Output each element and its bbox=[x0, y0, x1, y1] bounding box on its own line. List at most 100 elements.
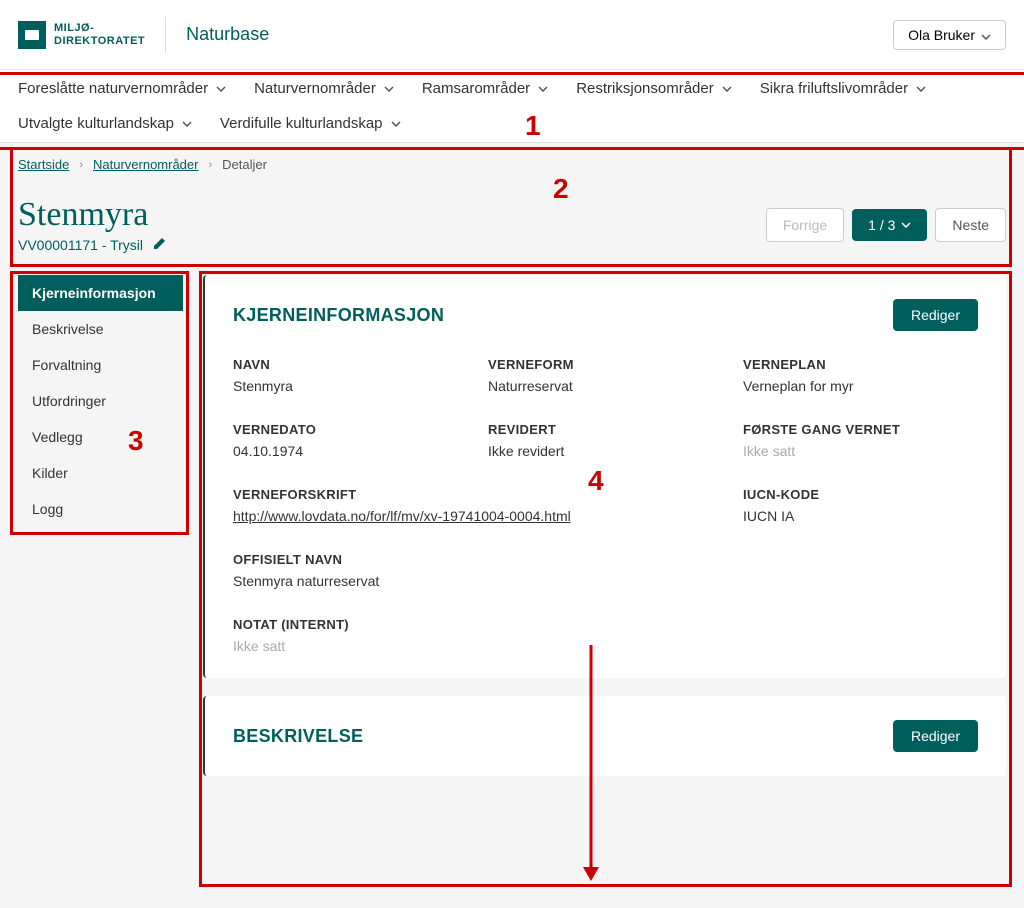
nav-label: Ramsarområder bbox=[422, 80, 530, 97]
field-label: VERNEFORSKRIFT bbox=[233, 487, 723, 502]
field-label: OFFISIELT NAVN bbox=[233, 552, 978, 567]
sidebar-item-beskrivelse[interactable]: Beskrivelse bbox=[18, 311, 183, 347]
field-label: VERNEFORM bbox=[488, 357, 723, 372]
content-area: 2 Startside › Naturvernområder › Detalje… bbox=[0, 143, 1024, 794]
sidebar-item-kilder[interactable]: Kilder bbox=[18, 455, 183, 491]
chevron-down-icon bbox=[216, 86, 226, 92]
field-value: Naturreservat bbox=[488, 378, 723, 394]
chevron-down-icon bbox=[391, 121, 401, 127]
pager-prev-button[interactable]: Forrige bbox=[766, 208, 844, 242]
field-forste: FØRSTE GANG VERNET Ikke satt bbox=[743, 422, 978, 459]
panel-title: KJERNEINFORMASJON bbox=[233, 305, 444, 326]
user-label: Ola Bruker bbox=[908, 27, 975, 43]
sidebar-item-utfordringer[interactable]: Utfordringer bbox=[18, 383, 183, 419]
nav-label: Sikra friluftslivområder bbox=[760, 80, 908, 97]
nav-row: Foreslåtte naturvernområder Naturvernomr… bbox=[18, 80, 1006, 132]
nav-item-restriksjon[interactable]: Restriksjonsområder bbox=[576, 80, 732, 97]
field-label: FØRSTE GANG VERNET bbox=[743, 422, 978, 437]
breadcrumb-sep: › bbox=[208, 159, 212, 171]
panel-head: KJERNEINFORMASJON Rediger bbox=[233, 299, 978, 331]
panel-beskrivelse: BESKRIVELSE Rediger bbox=[203, 696, 1006, 776]
nav-item-verdifulle[interactable]: Verdifulle kulturlandskap bbox=[220, 115, 401, 132]
edit-icon[interactable] bbox=[153, 236, 167, 253]
field-value: Verneplan for myr bbox=[743, 378, 978, 394]
edit-button[interactable]: Rediger bbox=[893, 720, 978, 752]
breadcrumb: Startside › Naturvernområder › Detaljer bbox=[18, 157, 1006, 172]
page-title: Stenmyra bbox=[18, 196, 167, 234]
page-subtitle: VV00001171 - Trysil bbox=[18, 237, 143, 253]
nav-label: Restriksjonsområder bbox=[576, 80, 714, 97]
field-verneplan: VERNEPLAN Verneplan for myr bbox=[743, 357, 978, 394]
title-left: Stenmyra VV00001171 - Trysil bbox=[18, 196, 167, 253]
title-row: Stenmyra VV00001171 - Trysil Forrige 1 /… bbox=[18, 196, 1006, 253]
chevron-down-icon bbox=[901, 222, 911, 228]
field-iucn: IUCN-KODE IUCN IA bbox=[743, 487, 978, 524]
field-label: VERNEDATO bbox=[233, 422, 468, 437]
verneforskrift-link[interactable]: http://www.lovdata.no/for/lf/mv/xv-19741… bbox=[233, 508, 571, 524]
nav-label: Foreslåtte naturvernområder bbox=[18, 80, 208, 97]
field-navn: NAVN Stenmyra bbox=[233, 357, 468, 394]
sidebar: 3 Kjerneinformasjon Beskrivelse Forvaltn… bbox=[18, 275, 183, 527]
field-value: IUCN IA bbox=[743, 508, 978, 524]
pager-next-button[interactable]: Neste bbox=[935, 208, 1006, 242]
nav-item-utvalgte[interactable]: Utvalgte kulturlandskap bbox=[18, 115, 192, 132]
field-label: IUCN-KODE bbox=[743, 487, 978, 502]
nav-bar: Foreslåtte naturvernområder Naturvernomr… bbox=[0, 70, 1024, 143]
field-value: Ikke satt bbox=[743, 443, 978, 459]
sidebar-item-kjerneinformasjon[interactable]: Kjerneinformasjon bbox=[18, 275, 183, 311]
edit-button[interactable]: Rediger bbox=[893, 299, 978, 331]
sidebar-item-forvaltning[interactable]: Forvaltning bbox=[18, 347, 183, 383]
nav-item-naturvern[interactable]: Naturvernområder bbox=[254, 80, 394, 97]
panel-head: BESKRIVELSE Rediger bbox=[233, 720, 978, 752]
app-name: Naturbase bbox=[186, 24, 269, 45]
breadcrumb-current: Detaljer bbox=[222, 157, 267, 172]
field-notat: NOTAT (INTERNT) Ikke satt bbox=[233, 617, 978, 654]
logo[interactable]: MILJØ- DIREKTORATET bbox=[18, 21, 145, 49]
field-value: Ikke revidert bbox=[488, 443, 723, 459]
logo-icon bbox=[18, 21, 46, 49]
user-menu-button[interactable]: Ola Bruker bbox=[893, 20, 1006, 50]
top-block: 2 Startside › Naturvernområder › Detalje… bbox=[18, 143, 1006, 263]
nav-label: Naturvernområder bbox=[254, 80, 376, 97]
nav-label: Verdifulle kulturlandskap bbox=[220, 115, 383, 132]
nav-item-sikra[interactable]: Sikra friluftslivområder bbox=[760, 80, 926, 97]
header-left: MILJØ- DIREKTORATET Naturbase bbox=[18, 17, 269, 53]
pager-count-label: 1 / 3 bbox=[868, 217, 895, 233]
field-verneforskrift: VERNEFORSKRIFT http://www.lovdata.no/for… bbox=[233, 487, 723, 524]
breadcrumb-home[interactable]: Startside bbox=[18, 157, 69, 172]
breadcrumb-sep: › bbox=[79, 159, 83, 171]
chevron-down-icon bbox=[981, 27, 991, 43]
nav-item-foreslatte[interactable]: Foreslåtte naturvernområder bbox=[18, 80, 226, 97]
header-divider bbox=[165, 17, 166, 53]
field-value: 04.10.1974 bbox=[233, 443, 468, 459]
chevron-down-icon bbox=[538, 86, 548, 92]
field-offisielt: OFFISIELT NAVN Stenmyra naturreservat bbox=[233, 552, 978, 589]
field-value: http://www.lovdata.no/for/lf/mv/xv-19741… bbox=[233, 508, 723, 524]
chevron-down-icon bbox=[384, 86, 394, 92]
panel-title: BESKRIVELSE bbox=[233, 726, 363, 747]
pager-count-button[interactable]: 1 / 3 bbox=[852, 209, 927, 241]
field-label: NOTAT (INTERNT) bbox=[233, 617, 978, 632]
chevron-down-icon bbox=[182, 121, 192, 127]
field-revidert: REVIDERT Ikke revidert bbox=[488, 422, 723, 459]
header: MILJØ- DIREKTORATET Naturbase Ola Bruker bbox=[0, 0, 1024, 70]
sidebar-item-logg[interactable]: Logg bbox=[18, 491, 183, 527]
logo-text: MILJØ- DIREKTORATET bbox=[54, 22, 145, 46]
panel-kjerneinformasjon: KJERNEINFORMASJON Rediger NAVN Stenmyra … bbox=[203, 275, 1006, 678]
field-label: NAVN bbox=[233, 357, 468, 372]
field-grid: NAVN Stenmyra VERNEFORM Naturreservat VE… bbox=[233, 357, 978, 654]
subtitle-row: VV00001171 - Trysil bbox=[18, 236, 167, 253]
field-vernedato: VERNEDATO 04.10.1974 bbox=[233, 422, 468, 459]
sidebar-item-vedlegg[interactable]: Vedlegg bbox=[18, 419, 183, 455]
chevron-down-icon bbox=[722, 86, 732, 92]
breadcrumb-section[interactable]: Naturvernområder bbox=[93, 157, 199, 172]
pager: Forrige 1 / 3 Neste bbox=[766, 208, 1006, 242]
field-verneform: VERNEFORM Naturreservat bbox=[488, 357, 723, 394]
logo-line2: DIREKTORATET bbox=[54, 35, 145, 47]
chevron-down-icon bbox=[916, 86, 926, 92]
nav-label: Utvalgte kulturlandskap bbox=[18, 115, 174, 132]
nav-item-ramsar[interactable]: Ramsarområder bbox=[422, 80, 548, 97]
main-row: 3 Kjerneinformasjon Beskrivelse Forvaltn… bbox=[18, 275, 1006, 794]
field-value: Stenmyra bbox=[233, 378, 468, 394]
field-value: Stenmyra naturreservat bbox=[233, 573, 978, 589]
